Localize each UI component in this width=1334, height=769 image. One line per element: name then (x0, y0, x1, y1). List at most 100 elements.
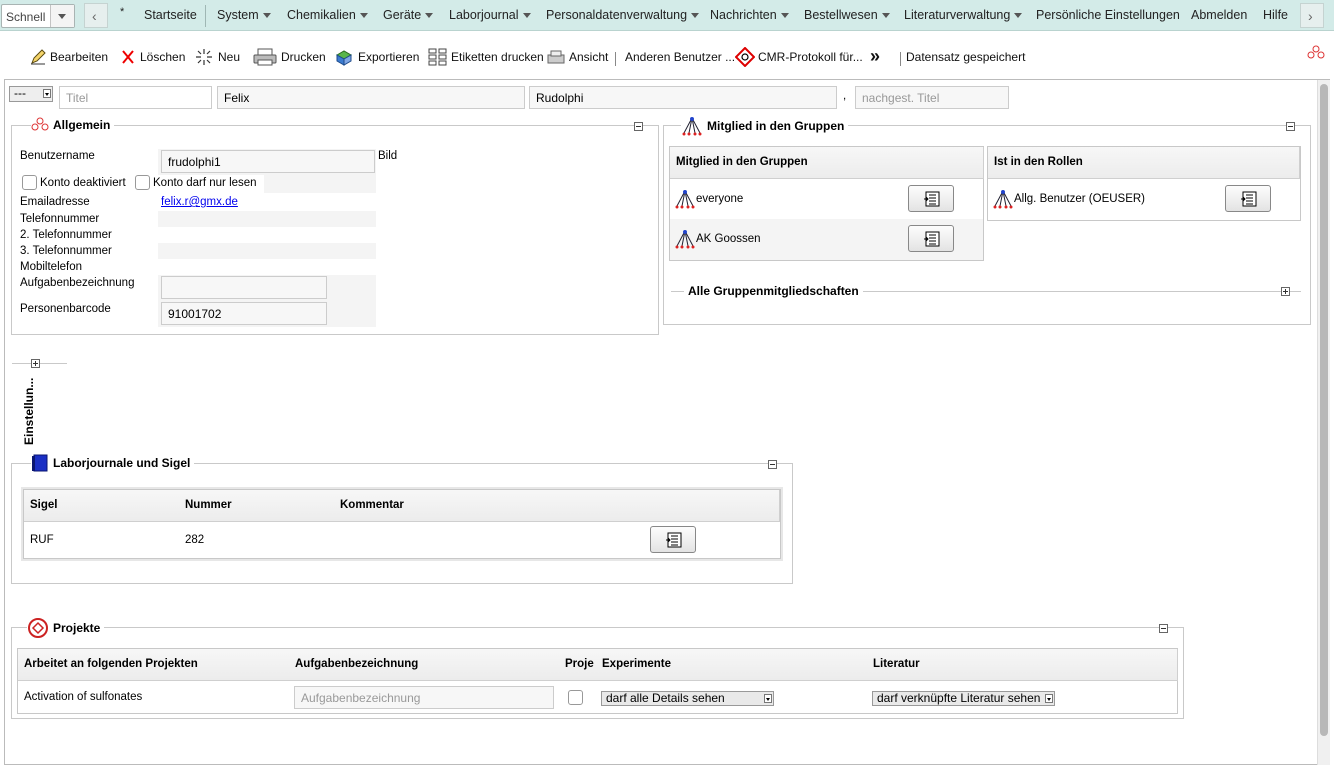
menu-chemikalien-label: Chemikalien (287, 8, 356, 22)
group-tree-icon (675, 190, 695, 209)
table-header-sigel: Sigel (24, 490, 180, 522)
edit-button[interactable]: Bearbeiten (50, 50, 108, 64)
table-row: everyone (674, 189, 743, 209)
table-header-action (1137, 649, 1178, 681)
name-prefix-select[interactable]: --- (9, 86, 53, 102)
chevron-right-icon: › (1308, 8, 1313, 24)
menu-persoenliche-einstellungen[interactable]: Persönliche Einstellungen (1036, 8, 1180, 22)
menu-scroll-right-button[interactable]: › (1300, 3, 1324, 28)
open-record-icon (924, 231, 940, 247)
menu-star[interactable]: * (120, 6, 124, 18)
chevron-down-icon (780, 13, 789, 19)
table-header-aufgabe: Aufgabenbezeichnung (289, 649, 562, 681)
collapse-icon[interactable] (768, 460, 777, 469)
menu-chemikalien[interactable]: Chemikalien (287, 8, 368, 22)
printer-icon[interactable] (252, 47, 278, 67)
cmr-hazard-icon[interactable] (735, 47, 755, 67)
toolbar-separator (615, 52, 616, 66)
scrollbar-thumb[interactable] (1320, 84, 1328, 736)
other-user-button[interactable]: Anderen Benutzer ... (625, 50, 735, 64)
open-record-button[interactable] (908, 225, 954, 252)
first-name-field[interactable]: Felix (217, 86, 525, 109)
new-button[interactable]: Neu (218, 50, 240, 64)
journals-section-legend: Laborjournale und Sigel (31, 454, 195, 472)
member-name: AK Goossen (696, 233, 761, 245)
menu-personaldatenverwaltung[interactable]: Personaldatenverwaltung (546, 8, 700, 22)
print-button[interactable]: Drucken (281, 50, 326, 64)
suffix-title-field[interactable]: nachgest. Titel (855, 86, 1009, 109)
save-status-text: Datensatz gespeichert (906, 50, 1026, 64)
notebook-icon (32, 454, 48, 472)
barcode-field[interactable]: 91001702 (161, 302, 327, 325)
menu-bestellwesen[interactable]: Bestellwesen (804, 8, 890, 22)
open-record-button[interactable] (650, 526, 696, 553)
user-people-icon (31, 117, 49, 131)
project-task-field[interactable]: Aufgabenbezeichnung (294, 686, 554, 709)
roles-table: Ist in den Rollen Allg. Benutzer (OEUSER… (987, 146, 1301, 221)
group-tree-icon (682, 117, 702, 136)
user-people-icon[interactable] (1306, 44, 1326, 64)
journals-section-title: Laborjournale und Sigel (53, 456, 191, 470)
task-label: Aufgabenbezeichnung (20, 277, 135, 289)
new-sparkle-icon[interactable] (194, 47, 214, 67)
image-label: Bild (378, 150, 398, 162)
expand-icon[interactable] (31, 359, 40, 368)
general-section-title: Allgemein (53, 118, 111, 132)
open-record-button[interactable] (908, 185, 954, 212)
chevron-down-icon (425, 13, 434, 19)
title-field[interactable]: Titel (59, 86, 212, 109)
email-link[interactable]: felix.r@gmx.de (161, 196, 238, 208)
table-header-kommentar: Kommentar (334, 490, 644, 522)
delete-button[interactable]: Löschen (140, 50, 185, 64)
role-name: Allg. Benutzer (OEUSER) (1014, 193, 1146, 205)
last-name-field[interactable]: Rudolphi (529, 86, 837, 109)
chevron-down-icon (262, 13, 271, 19)
menu-laborjournal[interactable]: Laborjournal (449, 8, 531, 22)
delete-x-icon[interactable] (118, 47, 138, 67)
experiments-permission-select[interactable]: darf alle Details sehen (601, 691, 774, 706)
vertical-scrollbar[interactable] (1317, 80, 1330, 765)
menu-hilfe[interactable]: Hilfe (1263, 8, 1288, 22)
menu-startseite[interactable]: Startseite (144, 8, 197, 22)
account-disabled-label: Konto deaktiviert (40, 177, 126, 189)
chevron-down-icon (522, 13, 531, 19)
account-disabled-checkbox[interactable] (22, 175, 37, 190)
table-row: Allg. Benutzer (OEUSER) (992, 189, 1145, 209)
general-section-legend: Allgemein (31, 117, 115, 133)
username-field[interactable]: frudolphi1 (161, 150, 375, 173)
menu-geraete[interactable]: Geräte (383, 8, 434, 22)
pencil-icon[interactable] (28, 47, 48, 67)
open-record-button[interactable] (1225, 185, 1271, 212)
groups-section-title: Mitglied in den Gruppen (707, 119, 845, 133)
collapse-icon[interactable] (1159, 624, 1168, 633)
chevron-left-icon: ‹ (92, 8, 97, 24)
project-lead-checkbox[interactable] (568, 690, 583, 705)
settings-section-label[interactable]: Einstellun... (22, 378, 36, 445)
more-actions-button[interactable]: » (870, 46, 880, 67)
labels-grid-icon[interactable] (428, 47, 448, 67)
quick-select[interactable]: Schnell (1, 4, 75, 28)
all-memberships-toggle[interactable]: Alle Gruppenmitgliedschaften (684, 284, 863, 298)
export-button[interactable]: Exportieren (358, 50, 419, 64)
menu-literaturverwaltung[interactable]: Literaturverwaltung (904, 8, 1023, 22)
task-field[interactable] (161, 276, 327, 299)
groups-section-legend: Mitglied in den Gruppen (681, 116, 849, 136)
menu-system[interactable]: System (217, 8, 271, 22)
collapse-icon[interactable] (634, 122, 643, 131)
quick-select-dropdown-button[interactable] (50, 5, 74, 27)
cmr-protocol-button[interactable]: CMR-Protokoll für... (758, 50, 863, 64)
print-labels-button[interactable]: Etiketten drucken (451, 50, 544, 64)
literature-permission-select[interactable]: darf verknüpfte Literatur sehen (872, 691, 1055, 706)
export-icon[interactable] (334, 47, 354, 67)
menu-scroll-left-button[interactable]: ‹ (84, 3, 108, 28)
group-tree-icon (675, 230, 695, 249)
email-label: Emailadresse (20, 196, 90, 208)
menu-abmelden[interactable]: Abmelden (1191, 8, 1247, 22)
group-members-table: Mitglied in den Gruppen everyone AK Goos… (669, 146, 984, 261)
menu-nachrichten[interactable]: Nachrichten (710, 8, 789, 22)
collapse-icon[interactable] (1286, 122, 1295, 131)
view-button[interactable]: Ansicht (569, 50, 608, 64)
view-icon[interactable] (546, 47, 566, 67)
expand-icon[interactable] (1281, 287, 1290, 296)
account-readonly-checkbox[interactable] (135, 175, 150, 190)
